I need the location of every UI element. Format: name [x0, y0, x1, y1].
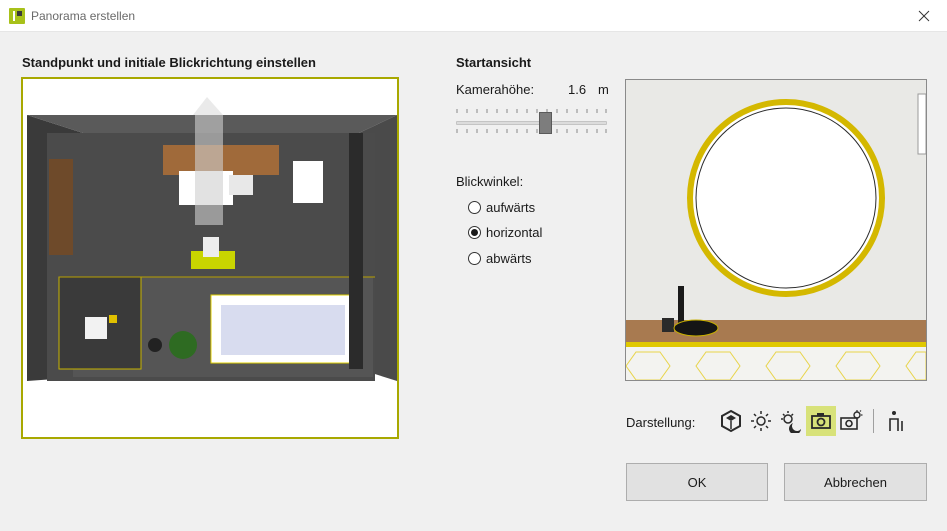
close-icon	[918, 10, 930, 22]
camera-settings-button[interactable]	[836, 406, 866, 436]
standpoint-marker[interactable]	[109, 315, 117, 323]
preview-view[interactable]	[625, 79, 927, 381]
round-mirror	[687, 99, 885, 297]
title-bar: Panorama erstellen	[0, 0, 947, 32]
person-button[interactable]	[881, 406, 911, 436]
sun-moon-button[interactable]	[776, 406, 806, 436]
plan-heading: Standpunkt und initiale Blickrichtung ei…	[22, 55, 316, 70]
sun-button[interactable]	[746, 406, 776, 436]
side-cabinet	[49, 159, 73, 255]
cube-button[interactable]	[716, 406, 746, 436]
toolbar-separator	[873, 409, 874, 433]
shower-fixture	[85, 317, 107, 339]
camera-icon	[811, 413, 831, 429]
floor-plan-view[interactable]	[21, 77, 399, 439]
radio-downward-circle[interactable]	[468, 252, 481, 265]
person-icon	[889, 411, 903, 431]
bin	[148, 338, 162, 352]
radio-upward-label: aufwärts	[486, 200, 536, 215]
towel	[229, 175, 253, 195]
camera-height-unit: m	[598, 82, 609, 97]
camera-height-slider-track[interactable]	[456, 121, 607, 125]
right-shadow	[349, 133, 363, 369]
cube-icon	[721, 409, 741, 433]
view-angle-label: Blickwinkel:	[456, 174, 524, 189]
radio-horizontal[interactable]: horizontal	[468, 225, 542, 240]
preview-drawing	[626, 80, 926, 380]
toilet	[293, 161, 323, 203]
plant	[169, 331, 197, 359]
view-arrow[interactable]	[193, 97, 223, 115]
display-label: Darstellung:	[626, 415, 696, 430]
display-toolbar	[716, 405, 911, 437]
preview-cup	[662, 318, 674, 332]
app-logo-icon	[9, 8, 25, 24]
start-view-heading: Startansicht	[456, 55, 532, 70]
preview-basin	[673, 319, 719, 337]
preview-trim	[626, 342, 926, 347]
sun-moon-icon	[781, 411, 801, 433]
camera-settings-icon	[840, 410, 863, 430]
view-cone[interactable]	[195, 115, 223, 225]
radio-horizontal-label: horizontal	[486, 225, 543, 240]
sun-icon	[751, 411, 771, 431]
radio-upward-circle[interactable]	[468, 201, 481, 214]
floor-plan-drawing[interactable]	[23, 79, 397, 437]
camera-body	[203, 237, 219, 257]
camera-height-value: 1.6	[568, 82, 587, 97]
ok-button[interactable]: OK	[626, 463, 768, 501]
radio-horizontal-circle[interactable]	[468, 226, 481, 239]
window-title: Panorama erstellen	[31, 9, 136, 23]
camera-button[interactable]	[806, 406, 836, 436]
bathtub-inner	[221, 305, 345, 355]
radio-downward[interactable]: abwärts	[468, 251, 532, 266]
camera-height-label: Kamerahöhe:	[456, 82, 535, 97]
camera-height-slider-thumb[interactable]	[539, 112, 552, 134]
close-button[interactable]	[901, 0, 947, 32]
cancel-button[interactable]: Abbrechen	[784, 463, 927, 501]
preview-edge	[917, 93, 926, 155]
radio-downward-label: abwärts	[486, 251, 532, 266]
radio-upward[interactable]: aufwärts	[468, 200, 535, 215]
